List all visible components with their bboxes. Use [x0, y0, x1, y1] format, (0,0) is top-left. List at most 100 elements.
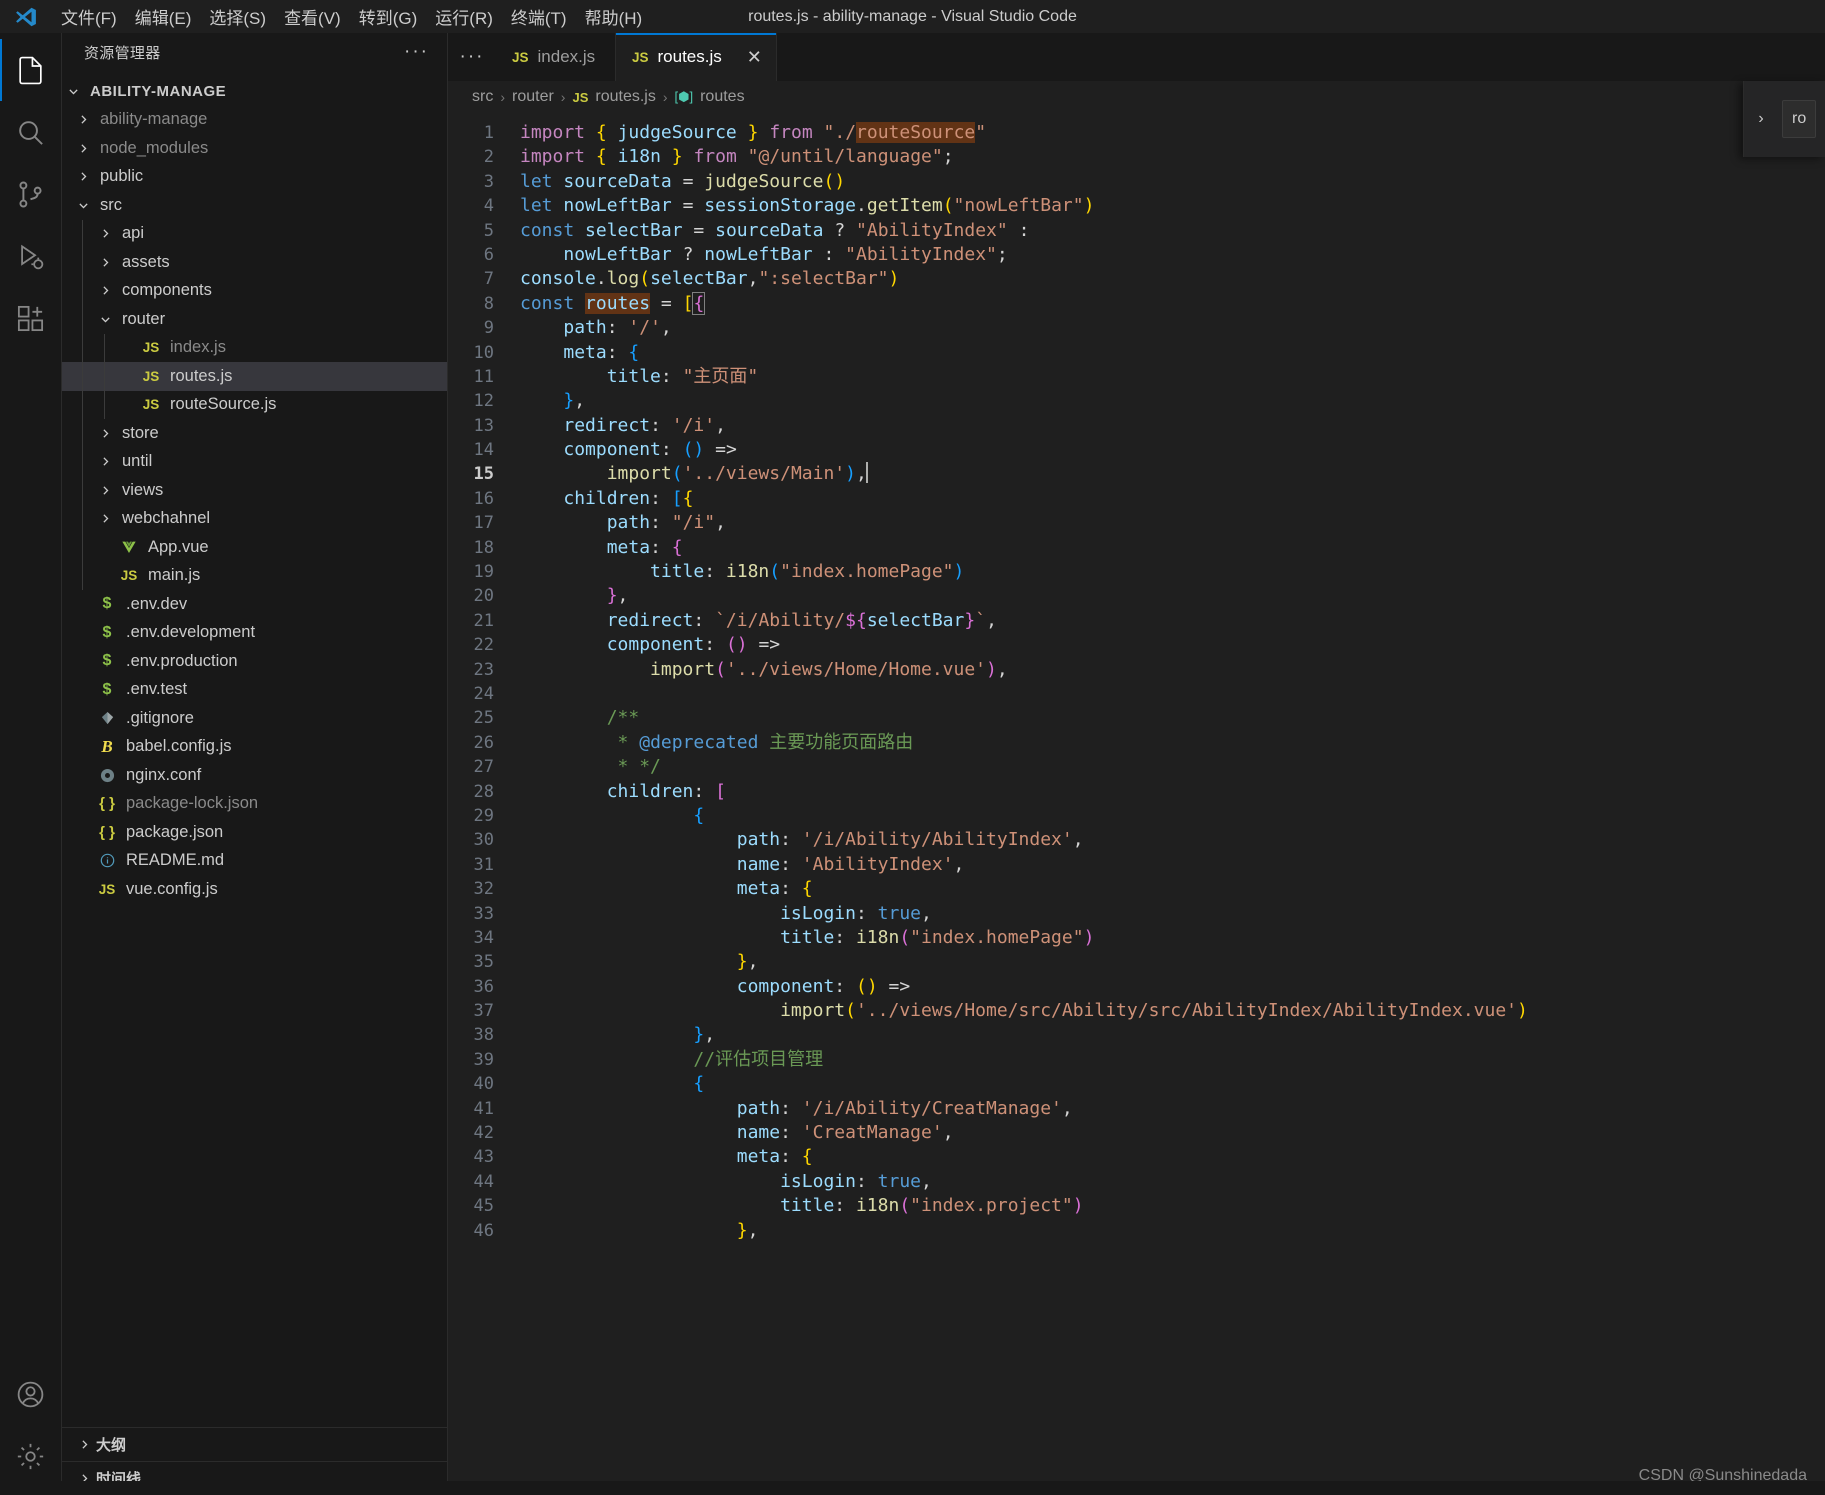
menu-file[interactable]: 文件(F)	[52, 0, 126, 33]
extensions-icon[interactable]	[0, 287, 62, 349]
code-line[interactable]: 12 },	[448, 389, 1825, 413]
tree-root-ability-manage[interactable]: ABILITY-MANAGE	[62, 77, 447, 106]
code-line[interactable]: 19 title: i18n("index.homePage")	[448, 560, 1825, 584]
editor-peek-panel[interactable]: › ro	[1743, 81, 1825, 157]
code-line[interactable]: 38 },	[448, 1023, 1825, 1047]
tree-item-package-json[interactable]: { } package.json	[62, 818, 447, 847]
menu-go[interactable]: 转到(G)	[350, 0, 427, 33]
code-line[interactable]: 33 isLogin: true,	[448, 902, 1825, 926]
tree-item-node-modules[interactable]: node_modules	[62, 134, 447, 163]
code-line[interactable]: 40 {	[448, 1072, 1825, 1096]
code-line[interactable]: 3 let sourceData = judgeSource()	[448, 170, 1825, 194]
tree-item-gitignore[interactable]: .gitignore	[62, 704, 447, 733]
breadcrumb-item-src[interactable]: src	[472, 88, 493, 106]
tree-item-assets[interactable]: assets	[62, 248, 447, 277]
tree-item-vue-config-js[interactable]: JS vue.config.js	[62, 875, 447, 904]
code-line[interactable]: 13 redirect: '/i',	[448, 414, 1825, 438]
code-line[interactable]: 24	[448, 682, 1825, 706]
tree-item-package-lock-json[interactable]: { } package-lock.json	[62, 790, 447, 819]
menu-selection[interactable]: 选择(S)	[200, 0, 275, 33]
files-explorer-icon[interactable]	[0, 39, 62, 101]
tree-item-readme-md[interactable]: README.md	[62, 847, 447, 876]
code-line[interactable]: 46 },	[448, 1219, 1825, 1243]
tabs-overflow-icon[interactable]: ···	[448, 33, 496, 81]
tree-item-webchahnel[interactable]: webchahnel	[62, 504, 447, 533]
chevron-right-icon[interactable]: ›	[1744, 110, 1778, 128]
sidebar-section-outline[interactable]: 大纲	[62, 1427, 447, 1461]
tab-index-js[interactable]: JS index.js	[496, 33, 616, 81]
code-line[interactable]: 20 },	[448, 584, 1825, 608]
tree-item-src[interactable]: src	[62, 191, 447, 220]
code-line[interactable]: 41 path: '/i/Ability/CreatManage',	[448, 1097, 1825, 1121]
code-line[interactable]: 7 console.log(selectBar,":selectBar")	[448, 267, 1825, 291]
accounts-icon[interactable]	[0, 1363, 62, 1425]
code-line[interactable]: 1 import { judgeSource } from "./routeSou…	[448, 121, 1825, 145]
code-line[interactable]: 10 meta: {	[448, 341, 1825, 365]
code-line[interactable]: 35 },	[448, 950, 1825, 974]
code-line[interactable]: 9 path: '/',	[448, 316, 1825, 340]
code-line[interactable]: 2 import { i18n } from "@/until/language"…	[448, 145, 1825, 169]
menu-help[interactable]: 帮助(H)	[576, 0, 652, 33]
tree-item-env-production[interactable]: $ .env.production	[62, 647, 447, 676]
tree-item-public[interactable]: public	[62, 163, 447, 192]
code-line[interactable]: 18 meta: {	[448, 536, 1825, 560]
source-control-icon[interactable]	[0, 163, 62, 225]
tree-item-app-vue[interactable]: App.vue	[62, 533, 447, 562]
code-line[interactable]: 37 import('../views/Home/src/Ability/src…	[448, 999, 1825, 1023]
tree-item-store[interactable]: store	[62, 419, 447, 448]
code-line[interactable]: 21 redirect: `/i/Ability/${selectBar}`,	[448, 609, 1825, 633]
code-line[interactable]: 29 {	[448, 804, 1825, 828]
code-line[interactable]: 30 path: '/i/Ability/AbilityIndex',	[448, 828, 1825, 852]
menu-terminal[interactable]: 终端(T)	[502, 0, 576, 33]
breadcrumb-item-symbol-routes[interactable]: routes	[700, 88, 744, 106]
code-line[interactable]: 11 title: "主页面"	[448, 365, 1825, 389]
code-line[interactable]: 34 title: i18n("index.homePage")	[448, 926, 1825, 950]
tree-item-env-test[interactable]: $ .env.test	[62, 676, 447, 705]
code-line[interactable]: 36 component: () =>	[448, 975, 1825, 999]
breadcrumb-item-routes-js[interactable]: routes.js	[595, 88, 655, 106]
tree-item-babel-config-js[interactable]: Bbabel.config.js	[62, 733, 447, 762]
menu-view[interactable]: 查看(V)	[275, 0, 350, 33]
code-line[interactable]: 6 nowLeftBar ? nowLeftBar : "AbilityInde…	[448, 243, 1825, 267]
code-line[interactable]: 25 /**	[448, 706, 1825, 730]
tree-item-api[interactable]: api	[62, 219, 447, 248]
code-line[interactable]: 27 * */	[448, 755, 1825, 779]
code-line[interactable]: 22 component: () =>	[448, 633, 1825, 657]
code-line[interactable]: 39 //评估项目管理	[448, 1048, 1825, 1072]
code-line[interactable]: 32 meta: {	[448, 877, 1825, 901]
tree-item-env-development[interactable]: $ .env.development	[62, 619, 447, 648]
code-line[interactable]: 43 meta: {	[448, 1145, 1825, 1169]
code-line[interactable]: 23 import('../views/Home/Home.vue'),	[448, 658, 1825, 682]
settings-gear-icon[interactable]	[0, 1425, 62, 1487]
tree-item-until[interactable]: until	[62, 447, 447, 476]
code-line[interactable]: 5 const selectBar = sourceData ? "Ability…	[448, 219, 1825, 243]
code-line[interactable]: 15 import('../views/Main'),	[448, 462, 1825, 487]
code-line[interactable]: 17 path: "/i",	[448, 511, 1825, 535]
tree-item-index-js[interactable]: JS index.js	[62, 333, 447, 362]
tree-item-nginx-conf[interactable]: nginx.conf	[62, 761, 447, 790]
code-line[interactable]: 45 title: i18n("index.project")	[448, 1194, 1825, 1218]
menu-run[interactable]: 运行(R)	[426, 0, 502, 33]
tree-item-main-js[interactable]: JS main.js	[62, 561, 447, 590]
explorer-more-actions-icon[interactable]: ···	[404, 41, 435, 63]
tree-item-components[interactable]: components	[62, 276, 447, 305]
code-line[interactable]: 8 const routes = [{	[448, 291, 1825, 316]
code-line[interactable]: 28 children: [	[448, 780, 1825, 804]
code-line[interactable]: 4 let nowLeftBar = sessionStorage.getItem…	[448, 194, 1825, 218]
code-line[interactable]: 42 name: 'CreatManage',	[448, 1121, 1825, 1145]
code-line[interactable]: 44 isLogin: true,	[448, 1170, 1825, 1194]
run-and-debug-icon[interactable]	[0, 225, 62, 287]
tree-item-router[interactable]: router	[62, 305, 447, 334]
tree-item-routes-js[interactable]: JS routes.js	[62, 362, 447, 391]
tree-item-ability-manage[interactable]: ability-manage	[62, 106, 447, 135]
tab-routes-js[interactable]: JS routes.js ✕	[616, 33, 777, 81]
code-line[interactable]: 14 component: () =>	[448, 438, 1825, 462]
code-editor[interactable]: 1 import { judgeSource } from "./routeSou…	[448, 113, 1825, 1495]
code-line[interactable]: 16 children: [{	[448, 487, 1825, 511]
peek-tab-label[interactable]: ro	[1782, 100, 1817, 138]
breadcrumb-item-router[interactable]: router	[512, 88, 554, 106]
tree-item-env-dev[interactable]: $ .env.dev	[62, 590, 447, 619]
tree-item-views[interactable]: views	[62, 476, 447, 505]
code-line[interactable]: 31 name: 'AbilityIndex',	[448, 853, 1825, 877]
menu-edit[interactable]: 编辑(E)	[126, 0, 201, 33]
